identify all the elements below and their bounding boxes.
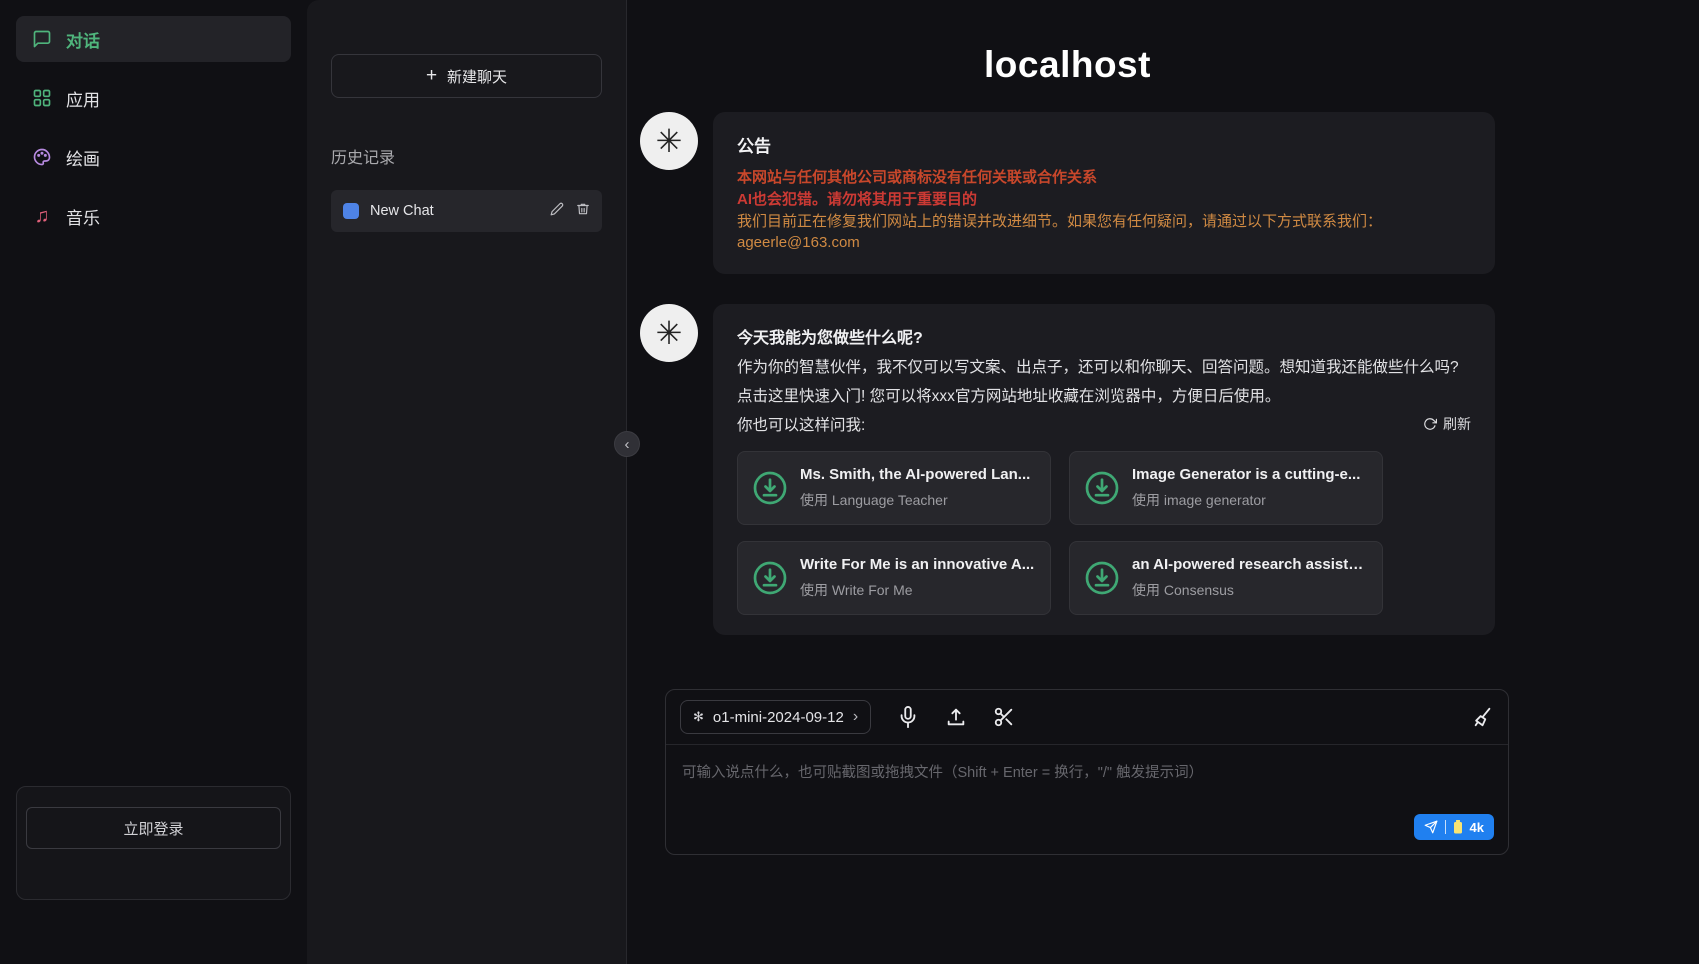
composer: ✻ o1-mini-2024-09-12 › [665, 689, 1509, 855]
clean-context-icon[interactable] [1472, 706, 1494, 728]
suggestion-texts: Ms. Smith, the AI-powered Lan... 使用 Lang… [800, 466, 1030, 510]
suggestion-card[interactable]: an AI-powered research assista... 使用 Con… [1069, 541, 1383, 615]
chevron-left-icon: ‹ [625, 436, 630, 453]
announcement-line: AI也会犯错。请勿将其用于重要目的 [737, 189, 1471, 211]
ask-label: 你也可以这样问我: [737, 413, 865, 435]
assistant-message: ✳ 公告 本网站与任何其他公司或商标没有任何关联或合作关系 AI也会犯错。请勿将… [640, 112, 1495, 274]
composer-body: 4k [666, 745, 1508, 854]
send-button[interactable]: 4k [1414, 814, 1494, 840]
history-title: 历史记录 [331, 144, 602, 168]
download-circle-icon [752, 560, 788, 596]
suggestion-texts: Write For Me is an innovative A... 使用 Wr… [800, 556, 1034, 600]
login-button[interactable]: 立即登录 [26, 807, 281, 849]
suggestion-title: an AI-powered research assista... [1132, 556, 1368, 573]
download-circle-icon [1084, 470, 1120, 506]
refresh-label: 刷新 [1443, 414, 1471, 434]
download-circle-icon [752, 470, 788, 506]
chat-icon [32, 29, 52, 49]
chat-main: ‹ localhost ✳ 公告 本网站与任何其他公司或商标没有任何关联或合作关… [627, 0, 1699, 964]
sidebar-item-label: 绘画 [66, 145, 100, 170]
delete-icon[interactable] [576, 202, 590, 220]
sidebar: 对话 应用 绘画 ♫ 音乐 立即登录 [0, 0, 307, 964]
palette-icon [32, 147, 52, 167]
apps-grid-icon [32, 88, 52, 108]
music-note-icon: ♫ [32, 206, 52, 226]
chat-bubble-icon [343, 203, 359, 219]
suggestion-title: Write For Me is an innovative A... [800, 556, 1034, 573]
announcement-title: 公告 [737, 132, 1471, 157]
app-window: 对话 应用 绘画 ♫ 音乐 立即登录 + 新建聊天 历史记录 [0, 0, 1699, 964]
sidebar-item-label: 应用 [66, 86, 100, 111]
suggestion-card[interactable]: Ms. Smith, the AI-powered Lan... 使用 Lang… [737, 451, 1051, 525]
chat-item-title: New Chat [370, 203, 434, 219]
send-divider [1445, 820, 1446, 834]
announcement-line: 我们目前正在修复我们网站上的错误并改进细节。如果您有任何疑问，请通过以下方式联系… [737, 211, 1471, 233]
ask-row: 你也可以这样问我: 刷新 [737, 413, 1471, 435]
suggestion-subtitle: 使用 Write For Me [800, 580, 1034, 600]
refresh-suggestions-button[interactable]: 刷新 [1423, 414, 1471, 434]
sidebar-item-label: 音乐 [66, 204, 100, 229]
sidebar-item-music[interactable]: ♫ 音乐 [16, 193, 291, 239]
welcome-body: 作为你的智慧伙伴，我不仅可以写文案、出点子，还可以和你聊天、回答问题。想知道我还… [737, 354, 1471, 411]
chevron-right-icon: › [853, 708, 858, 726]
suggestion-subtitle: 使用 Consensus [1132, 580, 1368, 600]
sidebar-item-chat[interactable]: 对话 [16, 16, 291, 62]
suggestion-texts: an AI-powered research assista... 使用 Con… [1132, 556, 1368, 600]
suggestion-subtitle: 使用 image generator [1132, 490, 1360, 510]
model-name: o1-mini-2024-09-12 [713, 709, 844, 726]
sparkle-icon: ✻ [693, 709, 704, 725]
announcement-bubble: 公告 本网站与任何其他公司或商标没有任何关联或合作关系 AI也会犯错。请勿将其用… [713, 112, 1495, 274]
message-input[interactable] [666, 745, 1508, 849]
token-badge: 4k [1470, 820, 1484, 835]
announcement-line: 本网站与任何其他公司或商标没有任何关联或合作关系 [737, 167, 1471, 189]
collapse-sidebar-button[interactable]: ‹ [614, 431, 640, 457]
new-chat-button[interactable]: + 新建聊天 [331, 54, 602, 98]
new-chat-label: 新建聊天 [447, 66, 507, 87]
battery-icon [1453, 820, 1463, 834]
assistant-message: ✳ 今天我能为您做些什么呢? 作为你的智慧伙伴，我不仅可以写文案、出点子，还可以… [640, 304, 1495, 635]
upload-icon[interactable] [945, 706, 967, 728]
contact-email-link[interactable]: ageerle@163.com [737, 232, 1471, 254]
suggestion-title: Ms. Smith, the AI-powered Lan... [800, 466, 1030, 483]
composer-toolbar: ✻ o1-mini-2024-09-12 › [666, 690, 1508, 745]
welcome-bubble: 今天我能为您做些什么呢? 作为你的智慧伙伴，我不仅可以写文案、出点子，还可以和你… [713, 304, 1495, 635]
page-title: localhost [640, 44, 1495, 86]
refresh-icon [1423, 417, 1437, 431]
login-panel: 立即登录 [16, 786, 291, 900]
download-circle-icon [1084, 560, 1120, 596]
suggestion-subtitle: 使用 Language Teacher [800, 490, 1030, 510]
suggestion-texts: Image Generator is a cutting-e... 使用 ima… [1132, 466, 1360, 510]
chat-list-item[interactable]: New Chat [331, 190, 602, 232]
plus-icon: + [426, 65, 437, 87]
welcome-title: 今天我能为您做些什么呢? [737, 324, 1471, 348]
suggestion-card[interactable]: Write For Me is an innovative A... 使用 Wr… [737, 541, 1051, 615]
chat-item-actions [550, 202, 590, 220]
paper-plane-icon [1424, 820, 1438, 834]
sidebar-item-apps[interactable]: 应用 [16, 75, 291, 121]
scissors-icon[interactable] [993, 706, 1015, 728]
suggestion-grid: Ms. Smith, the AI-powered Lan... 使用 Lang… [737, 451, 1471, 615]
edit-icon[interactable] [550, 202, 564, 220]
openai-logo-icon: ✳ [640, 304, 698, 362]
microphone-icon[interactable] [897, 706, 919, 728]
model-selector[interactable]: ✻ o1-mini-2024-09-12 › [680, 700, 871, 734]
sidebar-item-drawing[interactable]: 绘画 [16, 134, 291, 180]
suggestion-card[interactable]: Image Generator is a cutting-e... 使用 ima… [1069, 451, 1383, 525]
openai-logo-icon: ✳ [640, 112, 698, 170]
suggestion-title: Image Generator is a cutting-e... [1132, 466, 1360, 483]
sidebar-item-label: 对话 [66, 27, 100, 52]
history-panel: + 新建聊天 历史记录 New Chat [307, 0, 627, 964]
